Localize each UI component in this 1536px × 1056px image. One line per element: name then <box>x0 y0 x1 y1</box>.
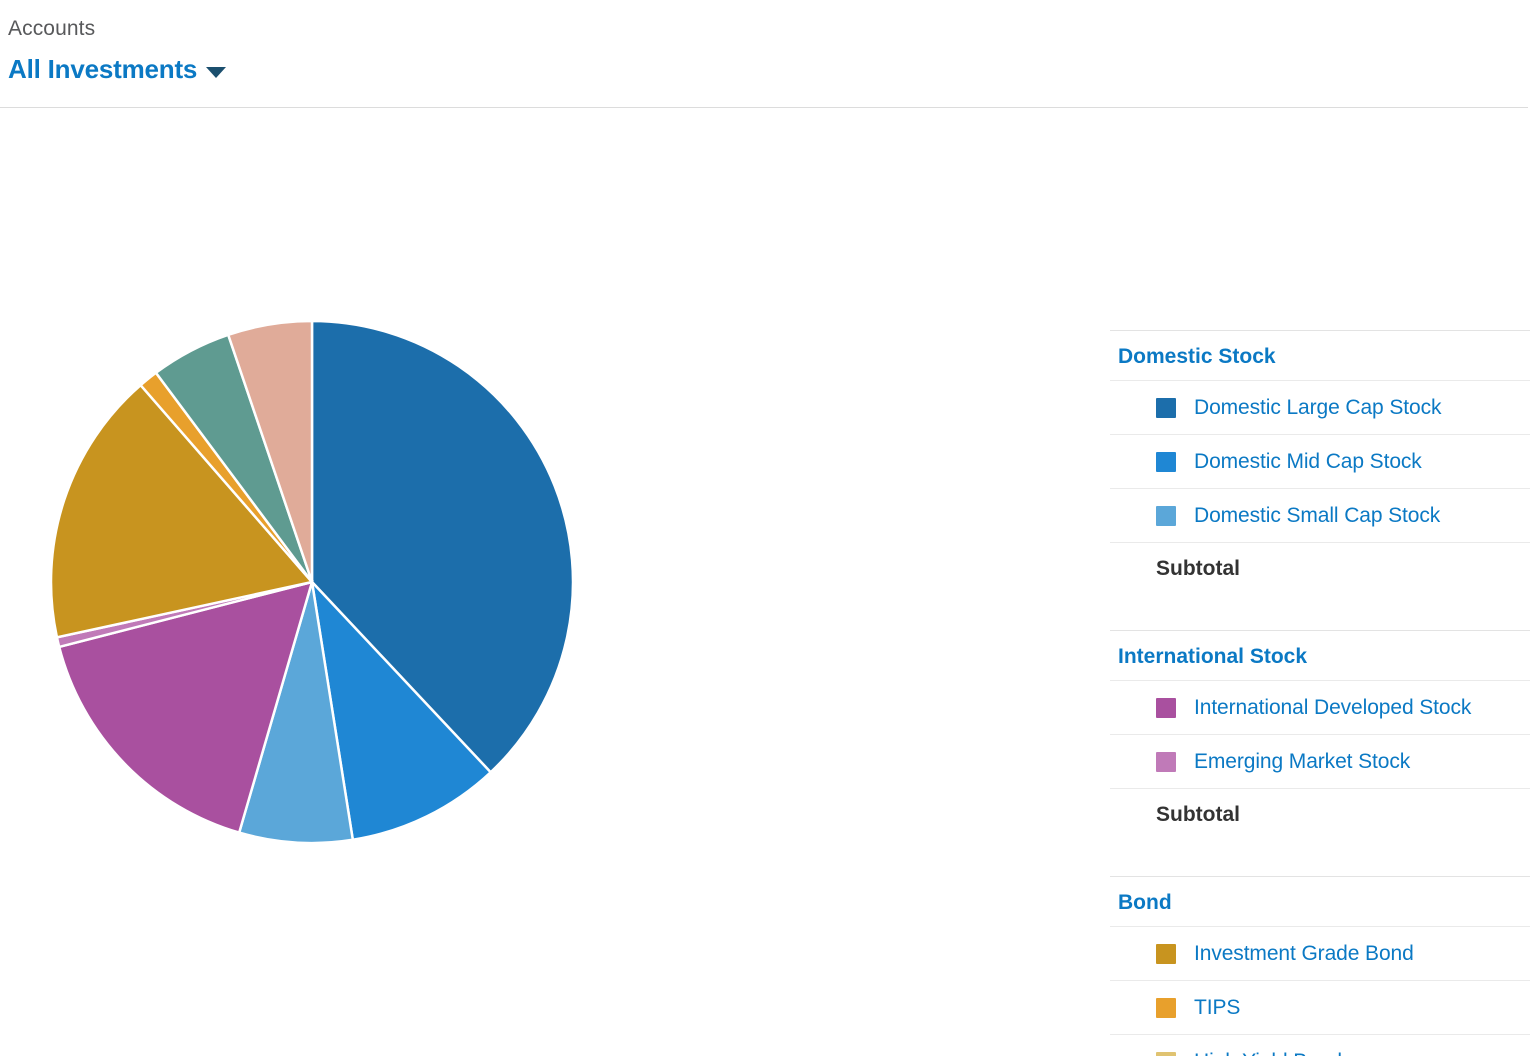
legend-swatch-domestic-mid-cap <box>1156 451 1176 472</box>
pie-slice-group <box>49 319 575 845</box>
legend-group-bond: Bond Investment Grade Bond TIPS High Yie… <box>1110 876 1530 1056</box>
legend-group-international-stock: International Stock International Develo… <box>1110 630 1530 840</box>
legend-label-tips[interactable]: TIPS <box>1194 996 1240 1020</box>
legend-item-tips[interactable]: TIPS <box>1110 980 1530 1034</box>
legend-label-domestic-large-cap-stock[interactable]: Domestic Large Cap Stock <box>1194 396 1441 420</box>
legend-item-investment-grade-bond[interactable]: Investment Grade Bond <box>1110 926 1530 980</box>
accounts-all-investments-page: Accounts All Investments Domestic Stock … <box>0 0 1536 1056</box>
legend-swatch-international-developed <box>1156 697 1176 718</box>
page-title[interactable]: All Investments <box>8 54 197 85</box>
allocation-legend: Domestic Stock Domestic Large Cap Stock … <box>1110 330 1530 1056</box>
legend-group-title-domestic-stock[interactable]: Domestic Stock <box>1110 330 1530 380</box>
legend-swatch-investment-grade-bond <box>1156 943 1176 964</box>
page-header: Accounts All Investments <box>0 0 1536 108</box>
legend-label-investment-grade-bond[interactable]: Investment Grade Bond <box>1194 942 1414 966</box>
legend-subtotal-label-domestic-stock: Subtotal <box>1156 556 1240 580</box>
legend-item-international-developed-stock[interactable]: International Developed Stock <box>1110 680 1530 734</box>
legend-group-title-international-stock[interactable]: International Stock <box>1110 630 1530 680</box>
legend-swatch-domestic-small-cap <box>1156 505 1176 526</box>
legend-swatch-tips <box>1156 997 1176 1018</box>
pie-chart-svg <box>49 319 575 845</box>
legend-subtotal-domestic-stock: Subtotal <box>1110 542 1530 594</box>
legend-label-high-yield-bond[interactable]: High Yield Bond <box>1194 1050 1342 1056</box>
legend-swatch-high-yield-bond <box>1156 1051 1176 1056</box>
legend-group-domestic-stock: Domestic Stock Domestic Large Cap Stock … <box>1110 330 1530 594</box>
legend-item-domestic-large-cap-stock[interactable]: Domestic Large Cap Stock <box>1110 380 1530 434</box>
legend-item-domestic-mid-cap-stock[interactable]: Domestic Mid Cap Stock <box>1110 434 1530 488</box>
chevron-down-icon[interactable] <box>206 66 227 78</box>
legend-item-high-yield-bond[interactable]: High Yield Bond <box>1110 1034 1530 1056</box>
breadcrumb: Accounts <box>8 17 96 40</box>
legend-swatch-emerging-market <box>1156 751 1176 772</box>
legend-label-emerging-market-stock[interactable]: Emerging Market Stock <box>1194 750 1410 774</box>
page-title-row[interactable]: All Investments <box>8 54 1536 85</box>
legend-group-title-bond[interactable]: Bond <box>1110 876 1530 926</box>
legend-item-emerging-market-stock[interactable]: Emerging Market Stock <box>1110 734 1530 788</box>
allocation-pie-chart <box>0 108 1090 988</box>
legend-label-domestic-mid-cap-stock[interactable]: Domestic Mid Cap Stock <box>1194 450 1422 474</box>
legend-subtotal-international-stock: Subtotal <box>1110 788 1530 840</box>
page-content: Domestic Stock Domestic Large Cap Stock … <box>0 108 1536 1056</box>
legend-subtotal-label-international-stock: Subtotal <box>1156 802 1240 826</box>
legend-label-international-developed-stock[interactable]: International Developed Stock <box>1194 696 1471 720</box>
legend-swatch-domestic-large-cap <box>1156 397 1176 418</box>
legend-item-domestic-small-cap-stock[interactable]: Domestic Small Cap Stock <box>1110 488 1530 542</box>
legend-label-domestic-small-cap-stock[interactable]: Domestic Small Cap Stock <box>1194 504 1440 528</box>
